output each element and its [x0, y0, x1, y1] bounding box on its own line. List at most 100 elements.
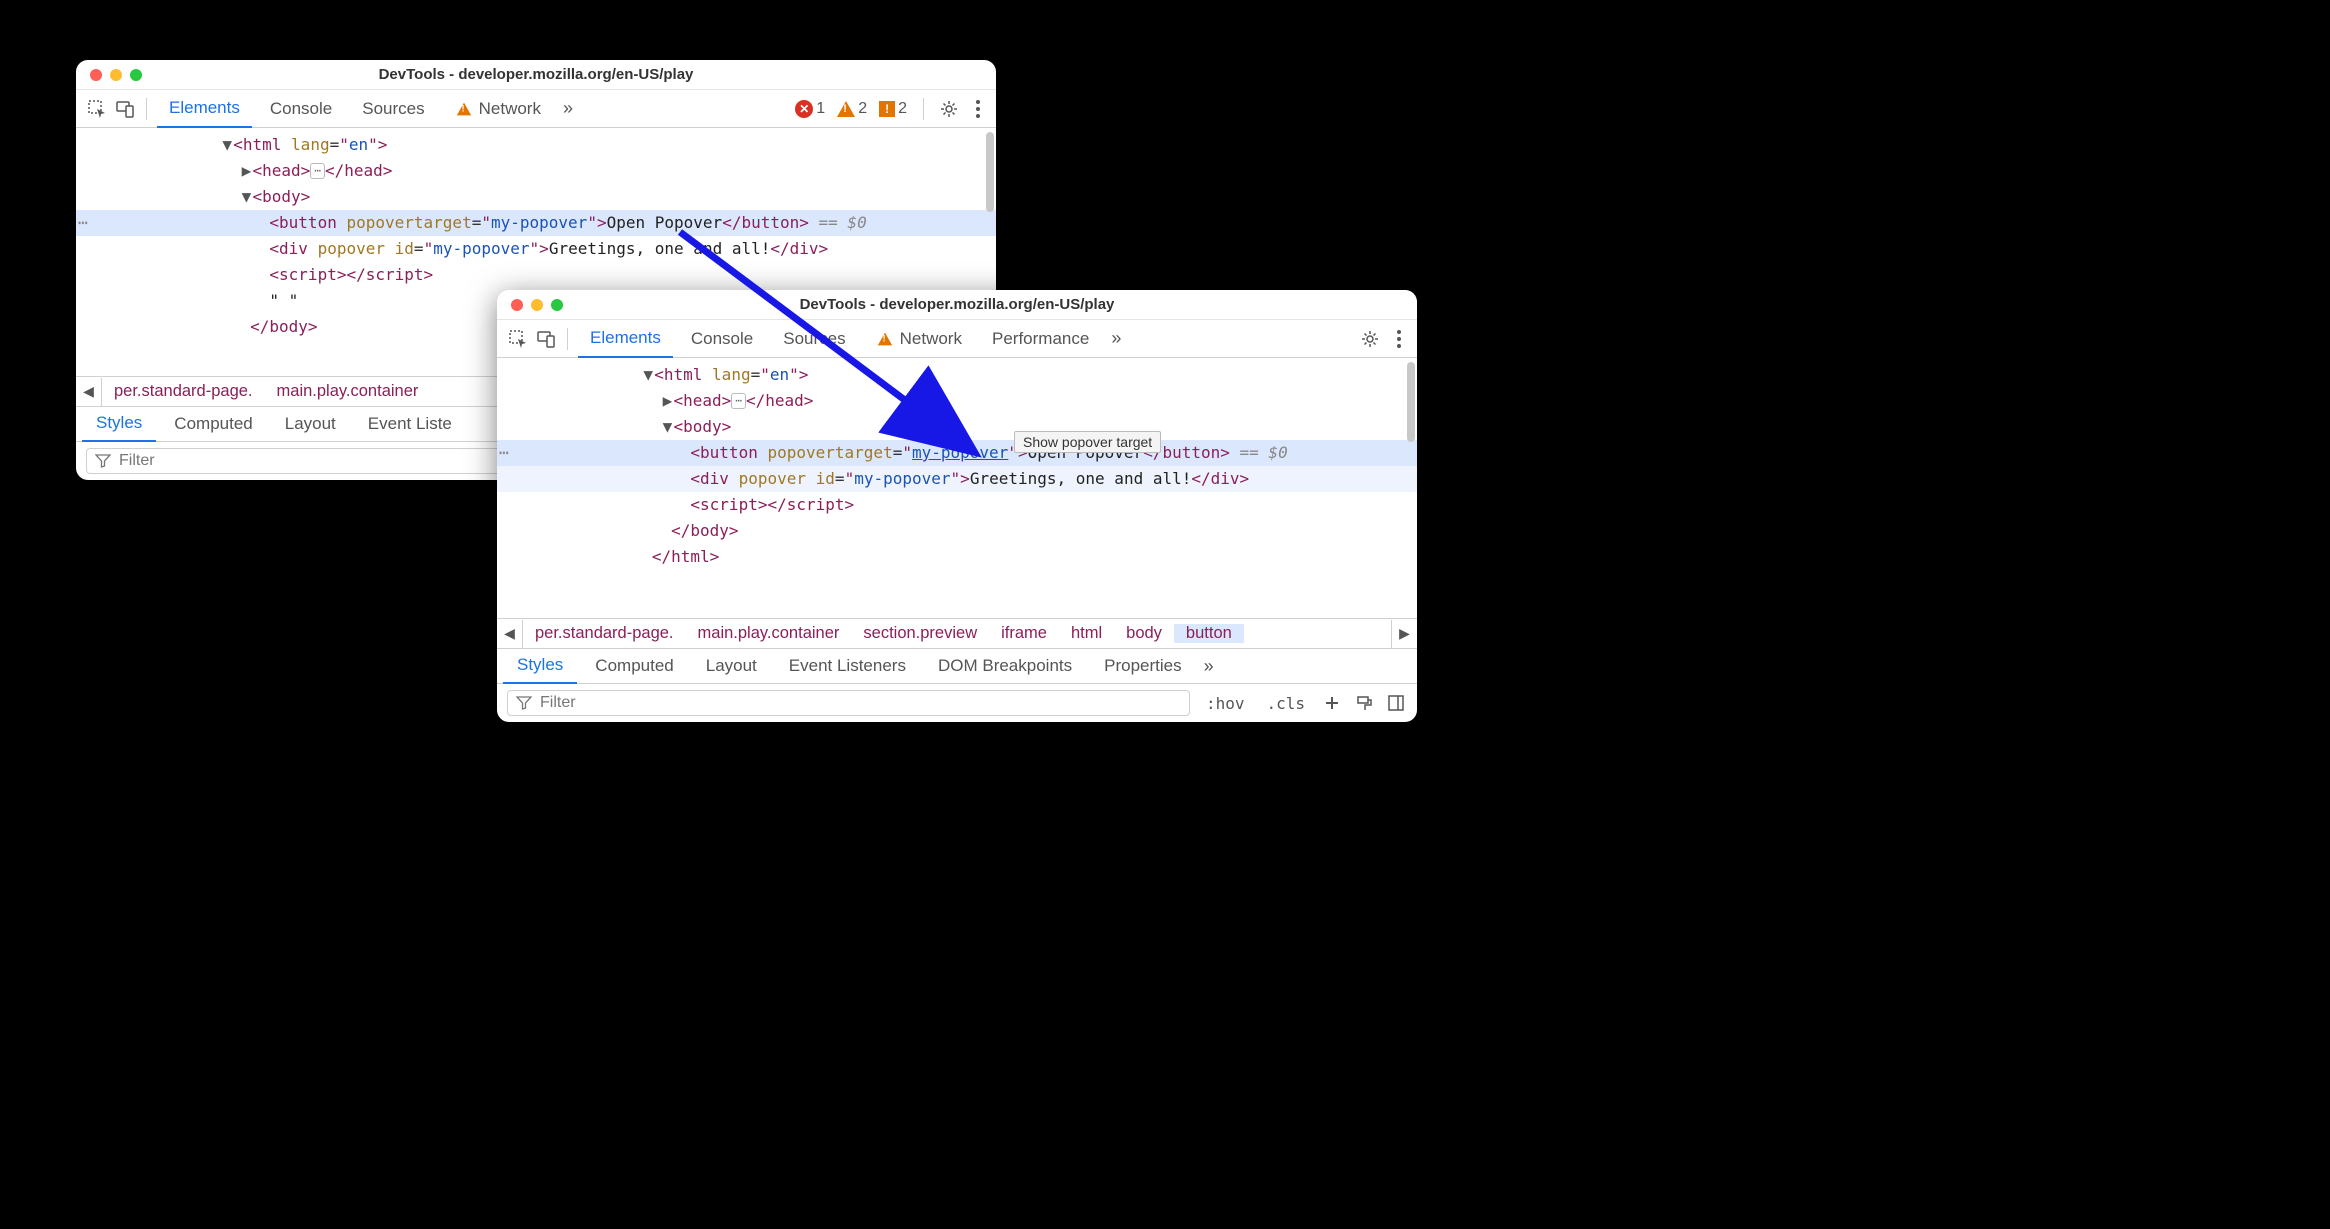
- traffic-lights: [511, 299, 563, 311]
- dom-node-head[interactable]: ▶<head>⋯</head>: [76, 158, 996, 184]
- main-toolbar: Elements Console Sources Network » ✕ 1 2…: [76, 90, 996, 128]
- error-count: 1: [816, 100, 825, 118]
- dom-node-script[interactable]: <script></script>: [497, 492, 1417, 518]
- elements-tree[interactable]: ▼<html lang="en"> ▶<head>⋯</head> ▼<body…: [497, 358, 1417, 618]
- breadcrumb-item[interactable]: iframe: [989, 624, 1059, 643]
- more-subtabs-chevron[interactable]: »: [1200, 656, 1218, 677]
- tab-elements[interactable]: Elements: [578, 320, 673, 358]
- more-menu-icon[interactable]: [970, 100, 986, 118]
- dom-node-div[interactable]: <div popover id="my-popover">Greetings, …: [497, 466, 1417, 492]
- crumb-scroll-left-icon[interactable]: ◀: [76, 378, 102, 406]
- titlebar[interactable]: DevTools - developer.mozilla.org/en-US/p…: [497, 290, 1417, 320]
- dom-node-button-selected[interactable]: ⋯ <button popovertarget="my-popover">Ope…: [497, 440, 1417, 466]
- cls-toggle[interactable]: .cls: [1260, 694, 1311, 713]
- dom-node-div[interactable]: <div popover id="my-popover">Greetings, …: [76, 236, 996, 262]
- minimize-window-button[interactable]: [110, 69, 122, 81]
- dom-node-html[interactable]: ▼<html lang="en">: [497, 362, 1417, 388]
- device-toolbar-icon[interactable]: [535, 328, 557, 350]
- scrollbar-thumb[interactable]: [1407, 362, 1415, 442]
- gutter-dots-icon[interactable]: ⋯: [78, 210, 89, 236]
- tab-network[interactable]: Network: [864, 320, 974, 358]
- breadcrumb-item[interactable]: per.standard-page.: [102, 382, 265, 401]
- breadcrumb-item-selected[interactable]: button: [1174, 624, 1244, 643]
- tab-network[interactable]: Network: [443, 90, 553, 128]
- breadcrumb-item[interactable]: main.play.container: [265, 382, 431, 401]
- funnel-icon: [516, 695, 532, 711]
- new-style-rule-icon[interactable]: [1321, 692, 1343, 714]
- styles-subtabs: Styles Computed Layout Event Listeners D…: [497, 648, 1417, 684]
- popovertarget-link[interactable]: my-popover: [912, 443, 1008, 462]
- dom-node-body[interactable]: ▼<body>: [76, 184, 996, 210]
- dom-node-head[interactable]: ▶<head>⋯</head>: [497, 388, 1417, 414]
- traffic-lights: [90, 69, 142, 81]
- styles-filter-bar: Filter :hov .cls: [497, 684, 1417, 722]
- subtab-event-listeners[interactable]: Event Liste: [354, 406, 466, 442]
- collapsed-ellipsis-icon[interactable]: ⋯: [310, 163, 325, 179]
- more-menu-icon[interactable]: [1391, 330, 1407, 348]
- subtab-layout[interactable]: Layout: [271, 406, 350, 442]
- devtools-window-front: DevTools - developer.mozilla.org/en-US/p…: [497, 290, 1417, 722]
- computed-panel-toggle-icon[interactable]: [1385, 692, 1407, 714]
- warning-triangle-icon: [456, 102, 470, 115]
- dom-node-body-close[interactable]: </body>: [497, 518, 1417, 544]
- breadcrumb-item[interactable]: per.standard-page.: [523, 624, 686, 643]
- dom-node-html[interactable]: ▼<html lang="en">: [76, 132, 996, 158]
- device-toolbar-icon[interactable]: [114, 98, 136, 120]
- show-popover-target-tooltip: Show popover target: [1014, 431, 1161, 453]
- filter-placeholder-text: Filter: [119, 452, 155, 470]
- subtab-layout[interactable]: Layout: [692, 648, 771, 684]
- subtab-dom-breakpoints[interactable]: DOM Breakpoints: [924, 648, 1086, 684]
- error-count-badge[interactable]: ✕ 1: [795, 100, 825, 118]
- collapsed-ellipsis-icon[interactable]: ⋯: [731, 393, 746, 409]
- minimize-window-button[interactable]: [531, 299, 543, 311]
- tab-sources[interactable]: Sources: [350, 90, 436, 128]
- subtab-styles[interactable]: Styles: [503, 648, 577, 684]
- filter-placeholder-text: Filter: [540, 694, 576, 712]
- warning-triangle-icon: [877, 332, 891, 345]
- breadcrumb-item[interactable]: body: [1114, 624, 1174, 643]
- tab-console[interactable]: Console: [258, 90, 344, 128]
- subtab-event-listeners[interactable]: Event Listeners: [775, 648, 920, 684]
- breadcrumb-item[interactable]: section.preview: [851, 624, 989, 643]
- scrollbar-thumb[interactable]: [986, 132, 994, 212]
- tab-elements[interactable]: Elements: [157, 90, 252, 128]
- subtab-computed[interactable]: Computed: [581, 648, 687, 684]
- close-window-button[interactable]: [511, 299, 523, 311]
- more-tabs-chevron[interactable]: »: [559, 98, 577, 119]
- crumb-scroll-left-icon[interactable]: ◀: [497, 620, 523, 648]
- tab-sources[interactable]: Sources: [771, 320, 857, 358]
- settings-gear-icon[interactable]: [938, 98, 960, 120]
- subtab-styles[interactable]: Styles: [82, 406, 156, 442]
- error-circle-icon: ✕: [795, 100, 813, 118]
- funnel-icon: [95, 453, 111, 469]
- dom-node-button-selected[interactable]: ⋯ <button popovertarget="my-popover">Ope…: [76, 210, 996, 236]
- tab-console[interactable]: Console: [679, 320, 765, 358]
- settings-gear-icon[interactable]: [1359, 328, 1381, 350]
- subtab-properties[interactable]: Properties: [1090, 648, 1195, 684]
- styles-filter-input[interactable]: Filter: [507, 690, 1190, 716]
- more-tabs-chevron[interactable]: »: [1107, 328, 1125, 349]
- subtab-computed[interactable]: Computed: [160, 406, 266, 442]
- breadcrumb-item[interactable]: main.play.container: [686, 624, 852, 643]
- zoom-window-button[interactable]: [130, 69, 142, 81]
- paint-format-icon[interactable]: [1353, 692, 1375, 714]
- dom-node-html-close[interactable]: </html>: [497, 544, 1417, 570]
- window-title: DevTools - developer.mozilla.org/en-US/p…: [497, 296, 1417, 313]
- warning-count: 2: [858, 100, 867, 118]
- zoom-window-button[interactable]: [551, 299, 563, 311]
- breadcrumb-item[interactable]: html: [1059, 624, 1114, 643]
- main-toolbar: Elements Console Sources Network Perform…: [497, 320, 1417, 358]
- window-title: DevTools - developer.mozilla.org/en-US/p…: [76, 66, 996, 83]
- info-count-badge[interactable]: ! 2: [879, 100, 907, 118]
- close-window-button[interactable]: [90, 69, 102, 81]
- warning-count-badge[interactable]: 2: [837, 100, 867, 118]
- gutter-dots-icon[interactable]: ⋯: [499, 440, 510, 466]
- inspect-element-icon[interactable]: [86, 98, 108, 120]
- dom-node-script[interactable]: <script></script>: [76, 262, 996, 288]
- titlebar[interactable]: DevTools - developer.mozilla.org/en-US/p…: [76, 60, 996, 90]
- inspect-element-icon[interactable]: [507, 328, 529, 350]
- crumb-scroll-right-icon[interactable]: ▶: [1391, 620, 1417, 648]
- hov-toggle[interactable]: :hov: [1200, 694, 1251, 713]
- tab-performance[interactable]: Performance: [980, 320, 1101, 358]
- dom-node-body[interactable]: ▼<body>: [497, 414, 1417, 440]
